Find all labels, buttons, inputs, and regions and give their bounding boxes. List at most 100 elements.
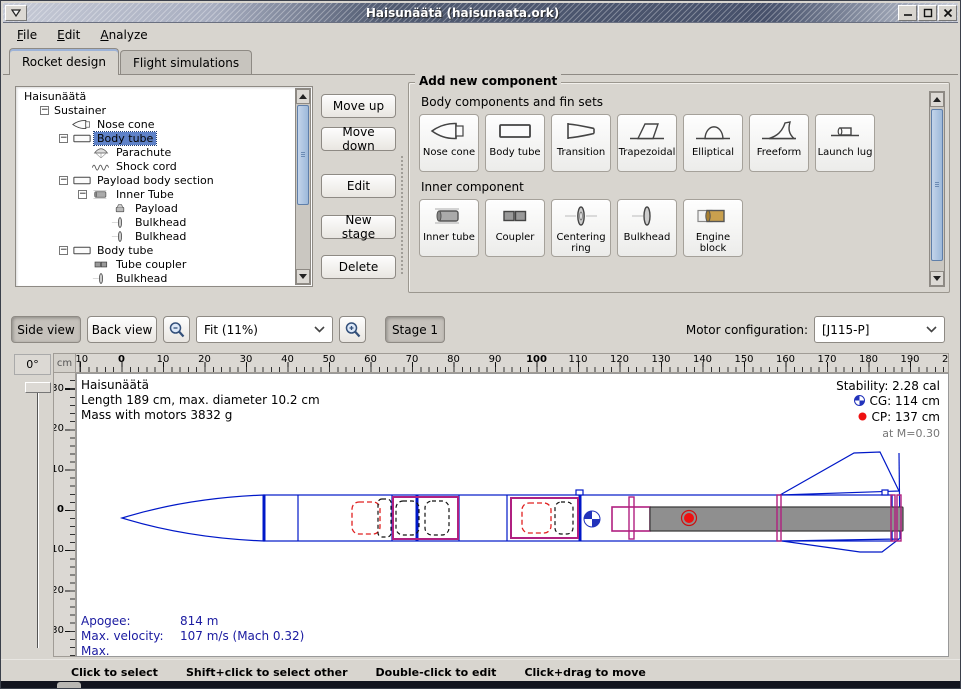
edit-button[interactable]: Edit — [321, 174, 396, 198]
cg-line: CG: 114 cm — [836, 394, 940, 410]
tree-action-buttons: Move up Move down Edit New stage Delete — [321, 75, 396, 279]
ruler-h-label: -10 — [76, 354, 88, 365]
window-menu-button[interactable] — [5, 5, 27, 21]
tree-expander-icon[interactable]: − — [59, 134, 68, 143]
minimize-button[interactable] — [898, 5, 917, 21]
tree-scrollbar[interactable] — [295, 88, 311, 285]
add-nose-cone-button[interactable]: Nose cone — [419, 114, 479, 172]
tree-item[interactable]: Bulkhead — [17, 229, 294, 243]
rotation-slider-handle[interactable] — [25, 382, 51, 393]
stability-value: Stability: 2.28 cal — [836, 379, 940, 394]
side-view-button[interactable]: Side view — [11, 316, 81, 343]
tree-item[interactable]: −Body tube — [17, 131, 294, 145]
maximize-button[interactable] — [918, 5, 937, 21]
new-stage-button[interactable]: New stage — [321, 215, 396, 239]
bulkhead-icon — [108, 230, 132, 243]
tree-expander-icon[interactable]: − — [59, 176, 68, 185]
flight-stat-label: Max. acceleration: — [81, 644, 180, 657]
close-button[interactable] — [938, 5, 957, 21]
stage-1-toggle[interactable]: Stage 1 — [385, 316, 445, 343]
rocket-info: Haisunäätä Length 189 cm, max. diameter … — [81, 378, 320, 423]
rocket-canvas[interactable]: Haisunäätä Length 189 cm, max. diameter … — [76, 373, 949, 657]
ruler-h-label: 80 — [447, 354, 460, 365]
component-button-label: Centering ring — [552, 232, 610, 254]
move-up-button[interactable]: Move up — [321, 94, 396, 118]
tree-item[interactable]: Tube coupler — [17, 257, 294, 271]
scroll-down-button[interactable] — [930, 271, 944, 286]
chevron-down-icon — [314, 326, 325, 333]
hint-text: Shift+click to select other — [186, 666, 348, 679]
component-scrollbar[interactable] — [929, 91, 945, 287]
delete-button[interactable]: Delete — [321, 255, 396, 279]
minimize-icon — [903, 8, 913, 18]
tree-item[interactable]: −Inner Tube — [17, 187, 294, 201]
add-trapezoidal-button[interactable]: Trapezoidal — [617, 114, 677, 172]
panel-divider[interactable] — [400, 155, 405, 275]
tree-expander-icon[interactable]: − — [40, 106, 49, 115]
menu-item-edit[interactable]: Edit — [47, 25, 90, 45]
add-centering-ring-button[interactable]: Centering ring — [551, 199, 611, 257]
nose-cone-shape[interactable] — [122, 495, 264, 541]
shock-cord-icon — [89, 160, 113, 173]
component-tree[interactable]: Haisunäätä−SustainerNose cone−Body tubeP… — [15, 86, 313, 287]
menu-item-file[interactable]: File — [7, 25, 47, 45]
component-button-label: Freeform — [757, 147, 802, 158]
cp-value: CP: 137 cm — [872, 410, 940, 424]
motor-mount-shape[interactable] — [612, 507, 650, 531]
component-scrollbar-thumb[interactable] — [931, 109, 943, 261]
motor-configuration-select[interactable]: [J115-P] — [814, 316, 945, 343]
move-down-button[interactable]: Move down — [321, 127, 396, 151]
component-group-label: Body components and fin sets — [421, 95, 923, 109]
tree-item[interactable]: Parachute — [17, 145, 294, 159]
tree-item[interactable]: −Payload body section — [17, 173, 294, 187]
engine-block-icon — [693, 200, 733, 232]
add-engine-block-button[interactable]: Engine block — [683, 199, 743, 257]
add-elliptical-button[interactable]: Elliptical — [683, 114, 743, 172]
coupler-icon — [495, 200, 535, 232]
component-button-row: Inner tubeCoupler Centering ring BulkheadE… — [419, 199, 923, 257]
window-menu-triangle-icon — [11, 9, 21, 17]
zoom-in-button[interactable] — [339, 316, 366, 343]
tree-item[interactable]: Bulkhead — [17, 215, 294, 229]
title-bar[interactable]: Haisunäätä (haisunaata.ork) — [3, 3, 958, 23]
tree-item[interactable]: −Body tube — [17, 243, 294, 257]
tree-item[interactable]: Payload — [17, 201, 294, 215]
taskbar-edge — [1, 681, 960, 688]
tree-scrollbar-thumb[interactable] — [297, 105, 309, 205]
tree-item[interactable]: Nose cone — [17, 117, 294, 131]
tab-flight-simulations[interactable]: Flight simulations — [120, 50, 252, 74]
rocket-mass-line: Mass with motors 3832 g — [81, 408, 320, 423]
add-launch-lug-button[interactable]: Launch lug — [815, 114, 875, 172]
back-view-button[interactable]: Back view — [87, 316, 157, 343]
app-window: Haisunäätä (haisunaata.ork) FileEditAnal… — [0, 0, 961, 689]
flight-stat-label: Max. velocity: — [81, 629, 180, 644]
add-transition-button[interactable]: Transition — [551, 114, 611, 172]
scroll-up-button[interactable] — [930, 92, 944, 107]
flight-stats: Apogee:814 mMax. velocity:107 m/s (Mach … — [81, 614, 304, 657]
tree-item[interactable]: Bulkhead — [17, 271, 294, 285]
tree-item[interactable]: −Sustainer — [17, 103, 294, 117]
add-coupler-button[interactable]: Coupler — [485, 199, 545, 257]
upper-fin-shape[interactable] — [780, 452, 899, 495]
add-inner-tube-button[interactable]: Inner tube — [419, 199, 479, 257]
rotation-slider[interactable] — [25, 380, 51, 652]
add-body-tube-button[interactable]: Body tube — [485, 114, 545, 172]
zoom-level-select[interactable]: Fit (11%) — [196, 316, 333, 343]
tree-item[interactable]: Shock cord — [17, 159, 294, 173]
tree-item[interactable]: Haisunäätä — [17, 89, 294, 103]
maximize-icon — [923, 8, 933, 18]
zoom-out-button[interactable] — [163, 316, 190, 343]
tree-expander-icon[interactable]: − — [59, 246, 68, 255]
inner-tube-icon — [429, 200, 469, 232]
tree-expander-icon[interactable]: − — [78, 190, 87, 199]
add-component-panel: Add new component Body components and fi… — [408, 82, 950, 293]
ruler-h-minor-ticks — [76, 367, 948, 372]
add-bulkhead-button[interactable]: Bulkhead — [617, 199, 677, 257]
add-freeform-button[interactable]: Freeform — [749, 114, 809, 172]
scroll-down-button[interactable] — [296, 269, 310, 284]
launch-lug-shape[interactable] — [576, 490, 583, 495]
menu-item-analyze[interactable]: Analyze — [90, 25, 157, 45]
ruler-h-label: 190 — [900, 354, 919, 365]
tab-rocket-design[interactable]: Rocket design — [9, 48, 119, 75]
scroll-up-button[interactable] — [296, 89, 310, 104]
